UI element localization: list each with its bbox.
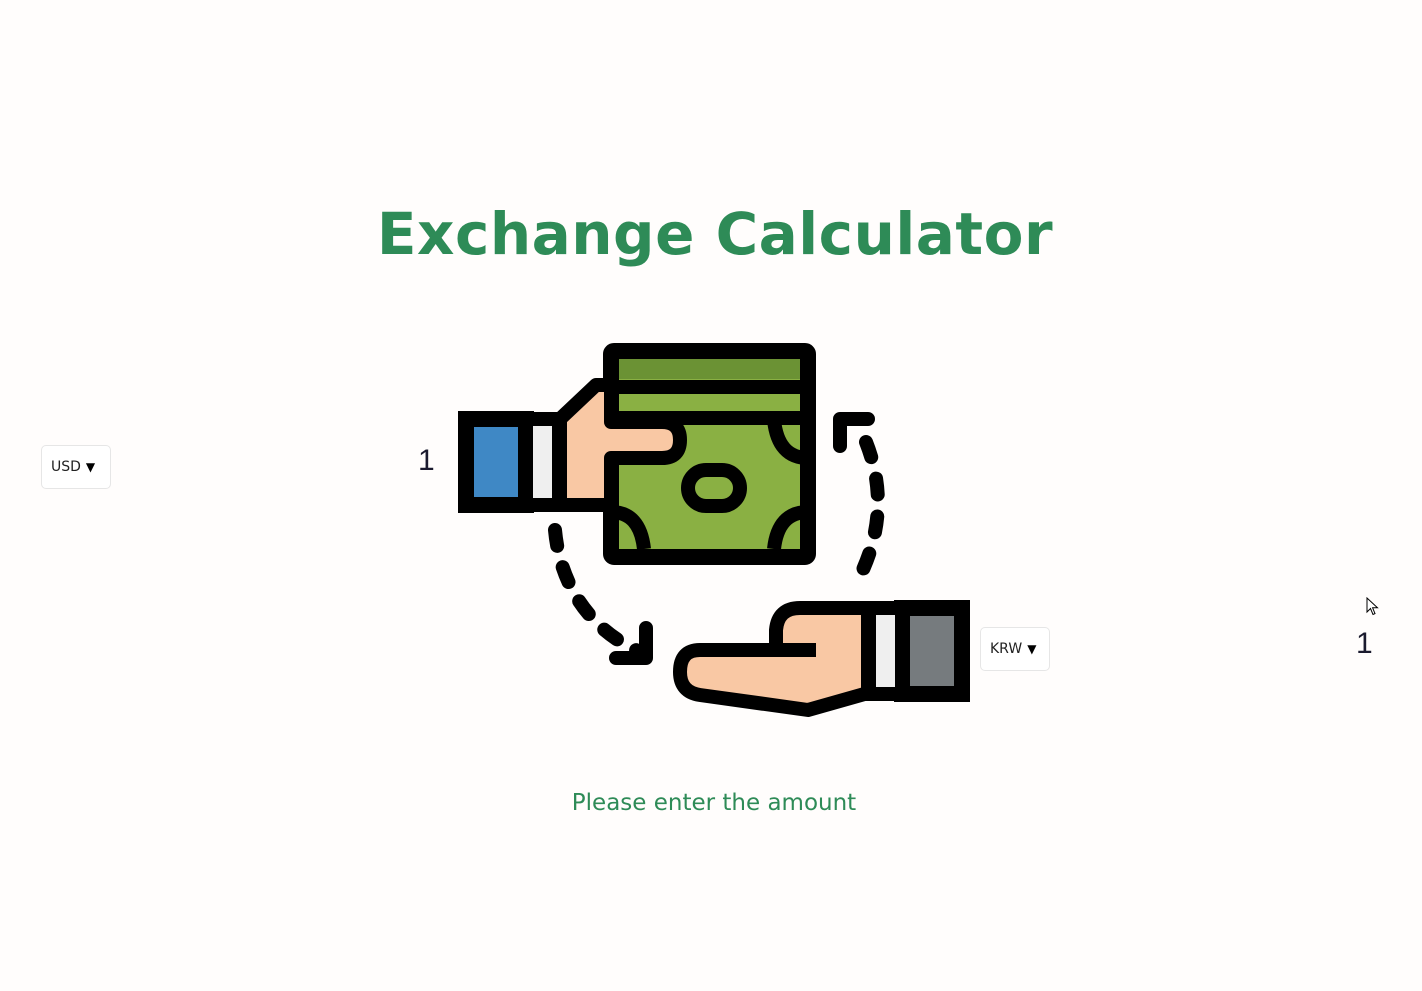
from-currency-label: USD <box>51 459 81 475</box>
money-exchange-illustration <box>458 343 970 717</box>
to-currency-select[interactable]: KRW ▼ <box>980 627 1050 671</box>
to-amount-output: 1 <box>1356 627 1373 660</box>
from-amount-input[interactable]: 1 <box>418 444 435 478</box>
receiving-hand <box>673 600 970 717</box>
from-currency-select[interactable]: USD ▼ <box>41 445 111 489</box>
to-currency-label: KRW <box>990 641 1023 657</box>
page-title: Exchange Calculator <box>376 200 1054 268</box>
dashed-arrow-right <box>853 435 885 583</box>
caret-down-icon: ▼ <box>1027 642 1037 656</box>
status-message: Please enter the amount <box>571 790 857 816</box>
caret-down-icon: ▼ <box>85 460 96 474</box>
mouse-pointer-icon <box>1366 597 1379 616</box>
